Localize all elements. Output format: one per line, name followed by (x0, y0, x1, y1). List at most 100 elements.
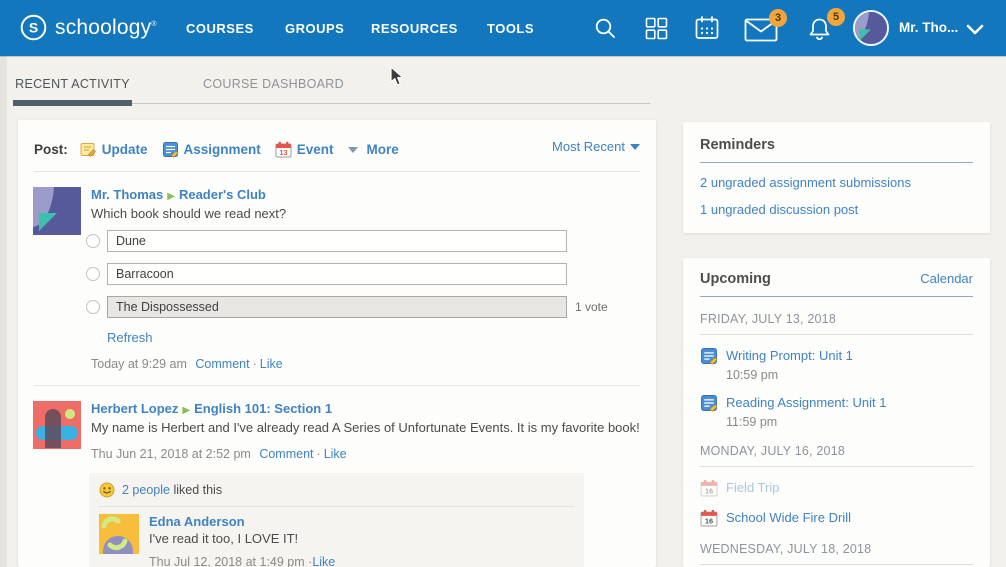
upcoming-event: Reading Assignment: Unit 1 (700, 394, 973, 412)
upcoming-event: 16 Field Trip (700, 479, 973, 497)
user-avatar[interactable] (853, 10, 889, 46)
svg-text:16: 16 (705, 516, 713, 525)
poll-option-dispossessed: The Dispossessed (107, 296, 567, 318)
date-rule (700, 564, 973, 565)
upcoming-date-header: MONDAY, JULY 16, 2018 (700, 444, 973, 458)
poll-option-barracoon: Barracoon (107, 263, 567, 285)
date-rule (700, 466, 973, 467)
sort-dropdown-label: Most Recent (552, 139, 625, 154)
author-link[interactable]: Herbert Lopez (91, 401, 178, 416)
avatar-herbert-lopez[interactable] (33, 401, 81, 449)
tab-recent-activity[interactable]: RECENT ACTIVITY (13, 77, 132, 91)
upcoming-event: 16 School Wide Fire Drill (700, 509, 973, 527)
post-toolbar: Post: Update Assignment (18, 120, 656, 171)
more-caret-icon (348, 147, 358, 153)
messages-badge[interactable]: 3 (769, 9, 787, 27)
poll-radio-dispossessed[interactable] (86, 300, 100, 314)
event-fire-drill-link[interactable]: School Wide Fire Drill (726, 510, 851, 525)
poll-refresh-link[interactable]: Refresh (107, 330, 153, 345)
post-event-label: Event (297, 142, 334, 157)
user-menu-chevron-icon[interactable] (966, 24, 984, 35)
schoology-s-icon: S (20, 14, 47, 41)
comment-link[interactable]: Comment (259, 447, 313, 461)
post-assignment-button[interactable]: Assignment (162, 141, 261, 158)
notifications-badge[interactable]: 5 (827, 8, 845, 26)
calendar-icon[interactable] (694, 15, 720, 41)
like-link[interactable]: Like (324, 447, 347, 461)
upcoming-date-header: FRIDAY, JULY 13, 2018 (700, 312, 973, 326)
reminders-title: Reminders (700, 137, 973, 153)
post-event-button[interactable]: 13 Event (275, 141, 334, 158)
assignment-icon (700, 394, 718, 412)
search-icon[interactable] (594, 17, 617, 40)
poll-radio-dune[interactable] (86, 234, 100, 248)
upcoming-date-header: WEDNESDAY, JULY 18, 2018 (700, 542, 973, 556)
post-meta: Today at 9:29 am Comment·Like (91, 357, 640, 385)
event-time: 11:59 pm (726, 415, 973, 429)
post-more-button[interactable]: More (348, 142, 399, 157)
likes-count-link[interactable]: 2 people (122, 483, 170, 497)
nav-groups[interactable]: GROUPS (285, 21, 344, 36)
event-time: 10:59 pm (726, 368, 973, 382)
avatar-edna-anderson[interactable] (99, 514, 139, 554)
likes-row: 2 people liked this (99, 473, 574, 506)
like-link[interactable]: Like (260, 357, 283, 371)
tab-recent-activity-label: RECENT ACTIVITY (15, 77, 130, 91)
avatar-edna-anderson-image (99, 514, 139, 554)
comment-item: Edna Anderson I've read it too, I LOVE I… (99, 507, 574, 567)
assignment-icon (700, 347, 718, 365)
nav-courses[interactable]: COURSES (186, 21, 254, 36)
comment-link[interactable]: Comment (195, 357, 249, 371)
avatar-mr-thomas[interactable] (33, 187, 81, 235)
post-update-button[interactable]: Update (80, 141, 148, 158)
calendar-link[interactable]: Calendar (920, 271, 973, 286)
event-reading-assignment-link[interactable]: Reading Assignment: Unit 1 (726, 395, 886, 410)
avatar-herbert-lopez-image (33, 401, 81, 449)
course-link[interactable]: English 101: Section 1 (194, 401, 332, 416)
post-more-label: More (367, 142, 399, 157)
smiley-icon (99, 482, 115, 498)
event-icon: 13 (275, 141, 292, 158)
svg-text:S: S (29, 20, 38, 36)
reminder-ungraded-assignments-link[interactable]: 2 ungraded assignment submissions (700, 175, 973, 190)
reminder-ungraded-discussion-link[interactable]: 1 ungraded discussion post (700, 202, 973, 217)
course-link[interactable]: Reader's Club (179, 187, 266, 202)
poll-question: Which book should we read next? (91, 206, 640, 221)
svg-text:13: 13 (279, 148, 287, 157)
nav-tools[interactable]: TOOLS (487, 21, 534, 36)
poll-vote-count: 1 vote (575, 300, 608, 314)
poll-option-row: The Dispossessed 1 vote (86, 296, 640, 318)
upcoming-rule (700, 296, 973, 297)
post-meta: Thu Jun 21, 2018 at 2:52 pm Comment·Like (91, 447, 640, 461)
user-avatar-image (855, 12, 887, 44)
schoology-screen: { "header": { "brand": "schoology", "bra… (0, 0, 1006, 567)
event-writing-prompt-link[interactable]: Writing Prompt: Unit 1 (726, 348, 853, 363)
meta-separator: · (253, 357, 257, 371)
brand-mark: ® (151, 21, 156, 28)
post-poll: Mr. Thomas▶Reader's Club Which book shou… (18, 172, 656, 385)
update-icon (80, 141, 97, 158)
event-field-trip-link[interactable]: Field Trip (726, 480, 779, 495)
poll-option-row: Barracoon (86, 263, 640, 285)
svg-text:16: 16 (705, 486, 713, 495)
poll-option-row: Dune (86, 230, 640, 252)
calendar-day-icon: 16 (700, 479, 718, 497)
tab-course-dashboard[interactable]: COURSE DASHBOARD (181, 77, 366, 91)
avatar-mr-thomas-image (33, 187, 81, 235)
user-name[interactable]: Mr. Tho... (899, 20, 958, 35)
post-body: My name is Herbert and I've already read… (91, 420, 640, 435)
schoology-logo[interactable]: S schoology® (20, 14, 157, 41)
commenter-link[interactable]: Edna Anderson (149, 514, 245, 529)
poll-radio-barracoon[interactable] (86, 267, 100, 281)
apps-grid-icon[interactable] (645, 17, 668, 40)
comment-like-link[interactable]: Like (312, 555, 335, 567)
poll-options: Dune Barracoon The Dispossessed 1 vote (91, 230, 640, 318)
meta-separator: · (317, 447, 321, 461)
assignment-icon (162, 141, 179, 158)
author-link[interactable]: Mr. Thomas (91, 187, 163, 202)
upcoming-event: Writing Prompt: Unit 1 (700, 347, 973, 365)
likes-suffix: liked this (173, 483, 222, 497)
sort-dropdown[interactable]: Most Recent (552, 139, 640, 154)
nav-resources[interactable]: RESOURCES (371, 21, 458, 36)
brand-text: schoology® (55, 16, 157, 40)
